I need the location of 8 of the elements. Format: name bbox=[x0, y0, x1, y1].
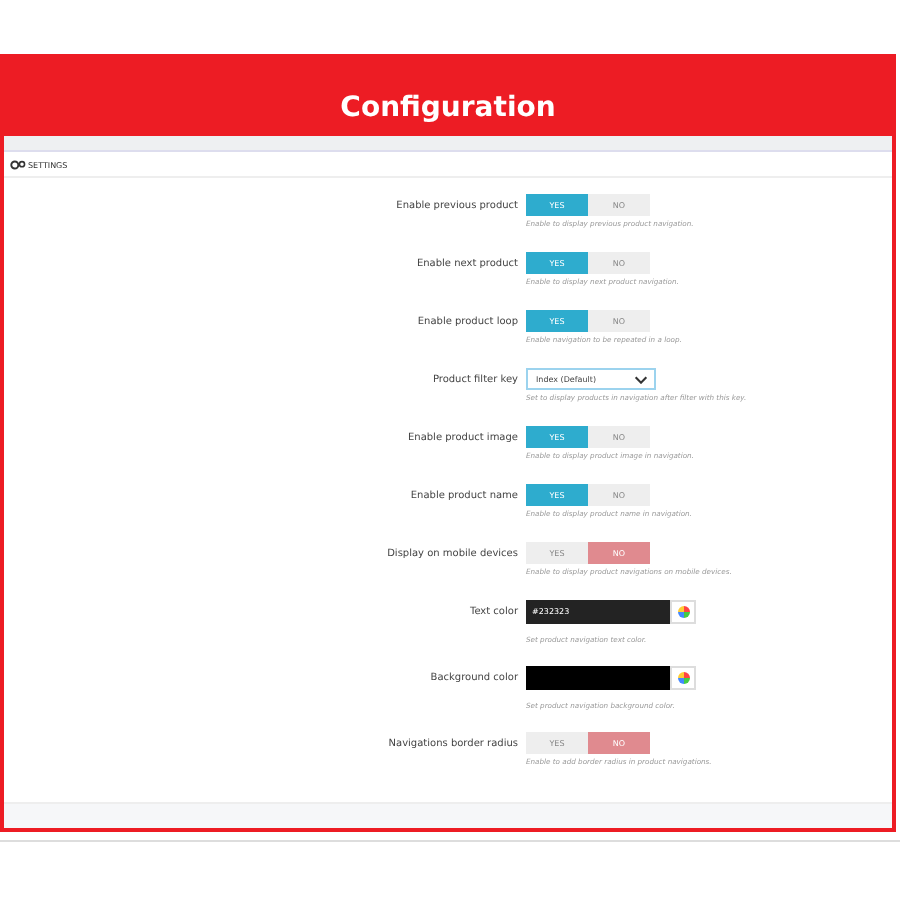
settings-icon bbox=[10, 159, 26, 169]
color-wheel-icon bbox=[677, 672, 689, 684]
page-title: Configuration bbox=[340, 92, 556, 124]
color-wheel-icon bbox=[677, 606, 689, 618]
color-field[interactable] bbox=[526, 666, 670, 690]
chevron-icon bbox=[634, 375, 648, 383]
color-picker-button[interactable] bbox=[670, 600, 696, 624]
color-picker-button[interactable] bbox=[670, 666, 696, 690]
